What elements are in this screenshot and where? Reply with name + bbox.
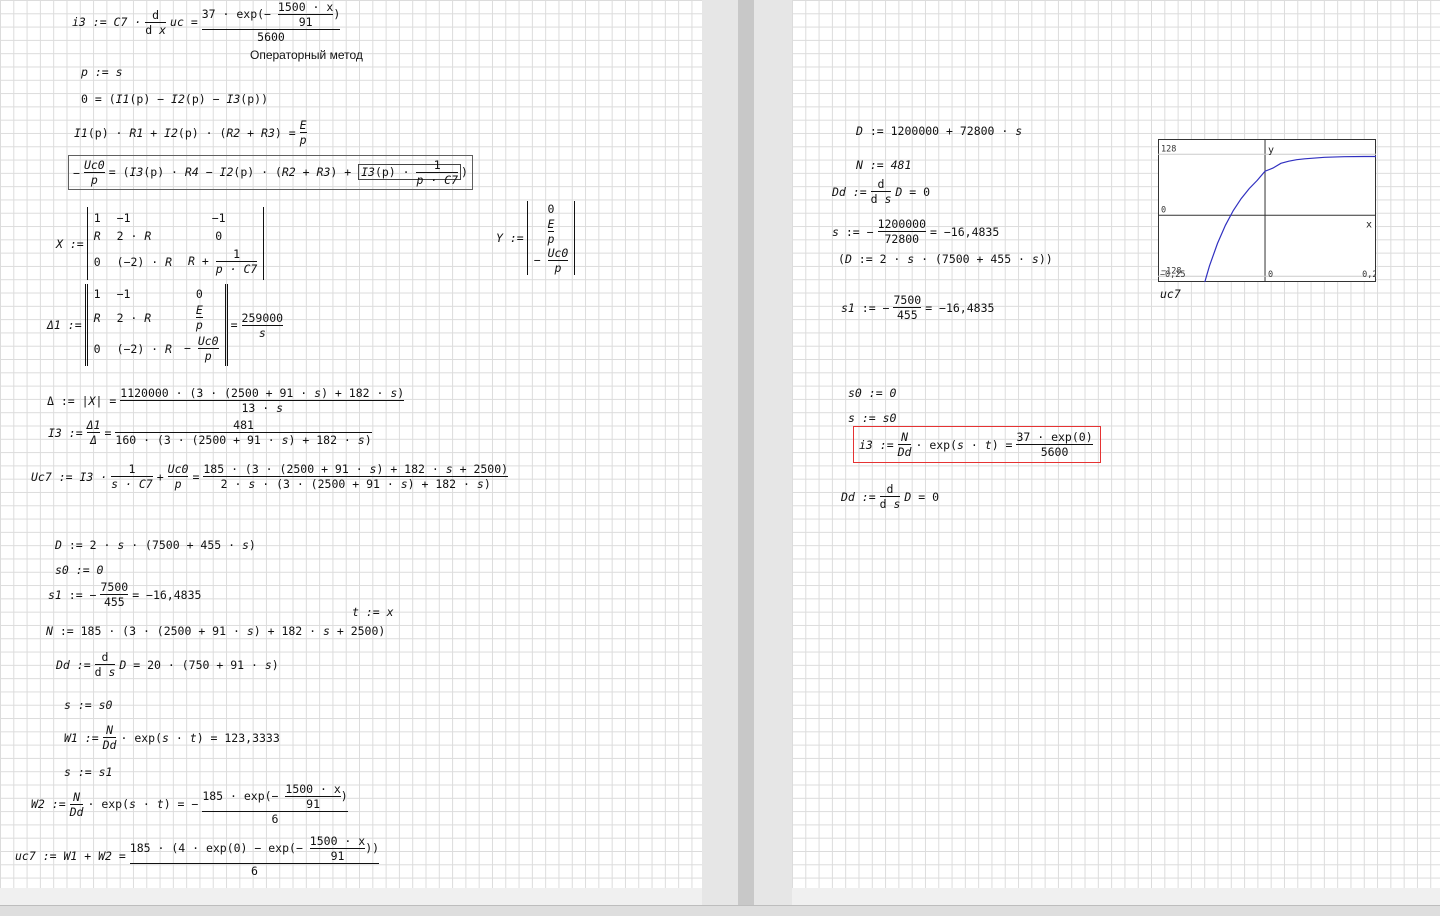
region-i3-ratio[interactable]: I3 := Δ1 Δ = 481 160 · (3 · (2500 + 91 · s… xyxy=(47,418,375,447)
region-t-def[interactable]: t := x xyxy=(352,605,394,619)
region-s0-def[interactable]: s0 := 0 xyxy=(55,563,103,577)
plot-y-tick: 128 xyxy=(1161,144,1176,154)
region-r-d-def[interactable]: D := 1200000 + 72800 · s xyxy=(856,124,1022,138)
horizontal-scrollbar[interactable] xyxy=(0,905,1440,916)
region-d-def[interactable]: D := 2 · s · (7500 + 455 · s) xyxy=(55,538,256,552)
region-i3-def[interactable]: i3 := C7 · dd x uc = 37 · exp(− 1500 · x… xyxy=(71,0,343,44)
plot-trace-expression[interactable]: uc7 xyxy=(1160,287,1181,301)
region-r-dd-def-2[interactable]: Dd := dd s D = 0 xyxy=(840,482,940,511)
plot-x-tick: 0,25 xyxy=(1362,270,1376,280)
plot-x-axis-label: x xyxy=(1366,219,1372,230)
plot-frame xyxy=(1158,139,1376,282)
region-r-s1-def[interactable]: s1 := − 7500 455 = −16,4835 xyxy=(840,293,995,322)
region-r-n-def[interactable]: N := 481 xyxy=(856,158,911,172)
region-r-s-eq-s0[interactable]: s := s0 xyxy=(848,411,896,425)
region-delta1[interactable]: Δ1 := 1 −1 0 R2 · REp 0 (−2) · R − Uc0 p = 25… xyxy=(46,284,286,366)
plot-y-axis-label: y xyxy=(1268,145,1274,156)
region-r-s-root[interactable]: s := − 1200000 72800 = −16,4835 xyxy=(831,217,1000,246)
region-dd-def[interactable]: Dd := dd s D = 20 · (750 + 91 · s) xyxy=(55,650,280,679)
page-gutter xyxy=(754,0,792,905)
region-p-def[interactable]: p := s xyxy=(81,65,123,79)
region-r-d-disabled[interactable]: (D := 2 · s · (7500 + 455 · s)) xyxy=(838,252,1053,266)
worksheet-left[interactable]: i3 := C7 · dd x uc = 37 · exp(− 1500 · x… xyxy=(0,0,702,888)
region-kirchhoff-1[interactable]: 0 = (I1(p) − I2(p) − I3(p)) xyxy=(81,92,268,106)
region-kirchhoff-2[interactable]: I1(p) · R1 + I2(p) · (R2 + R3) = Ep xyxy=(73,118,310,147)
plot-x-tick: −0,25 xyxy=(1160,270,1186,280)
region-r-s0-def[interactable]: s0 := 0 xyxy=(848,386,896,400)
xy-plot[interactable]: 128 0 −128 −0,25 0 0,25 x y xyxy=(1158,139,1376,282)
region-s-eq-s0[interactable]: s := s0 xyxy=(64,698,112,712)
region-uc7-sum[interactable]: uc7 := W1 + W2 = 185 · (4 · exp(0) − exp… xyxy=(14,834,382,878)
region-w1-def[interactable]: W1 := N Dd · exp(s · t) = 123,3333 xyxy=(63,723,281,752)
region-s-eq-s1[interactable]: s := s1 xyxy=(64,765,112,779)
region-uc7-image[interactable]: Uc7 := I3 · 1s · C7 + Uc0 p = 185 · (3 · … xyxy=(30,462,511,491)
region-matrix-x[interactable]: X := 1 −1 −1 R2 · R0 0 (−2) · RR + 1p · C7 xyxy=(55,207,265,280)
plot-y-tick: 0 xyxy=(1161,205,1166,215)
region-s1-def[interactable]: s1 := − 7500 455 = −16,4835 xyxy=(47,580,202,609)
page-divider xyxy=(738,0,754,905)
region-n-def[interactable]: N := 185 · (3 · (2500 + 91 · s) + 182 · … xyxy=(46,624,385,638)
plot-x-tick: 0 xyxy=(1268,270,1273,280)
region-vector-y[interactable]: Y := 0 Ep − Uc0 p xyxy=(495,201,576,275)
page-gutter xyxy=(702,0,738,905)
region-w2-def[interactable]: W2 := N Dd · exp(s · t) = − 185 · exp(− 1… xyxy=(30,782,351,826)
region-delta[interactable]: Δ := |X| = 1120000 · (3 · (2500 + 91 · s… xyxy=(46,386,407,415)
region-r-dd-def[interactable]: Dd := dd s D = 0 xyxy=(831,177,931,206)
region-kirchhoff-3[interactable]: − Uc0 p = (I3(p) · R4 − I2(p) · (R2 + R3)… xyxy=(68,155,473,190)
section-heading: Операторный метод xyxy=(250,48,363,62)
region-r-i3-selected[interactable]: i3 := N Dd · exp(s · t) = 37 · exp(0) 5600 xyxy=(853,426,1101,463)
